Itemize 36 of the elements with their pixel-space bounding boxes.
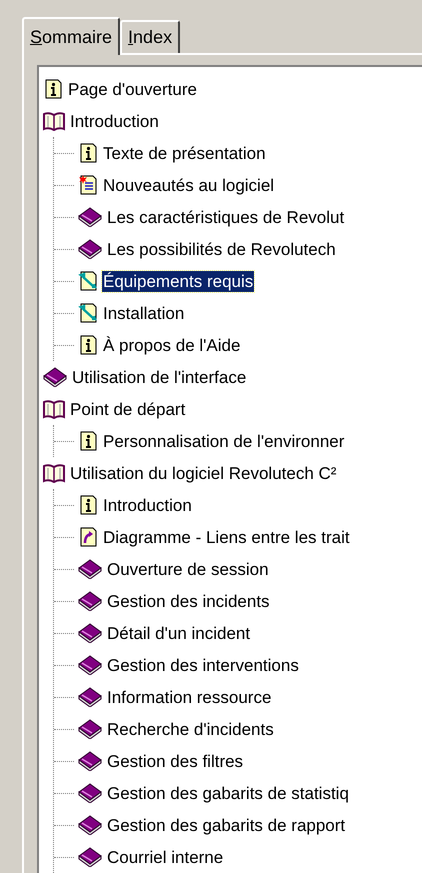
new-page-icon: [78, 175, 98, 195]
tab[interactable]: Sommaire: [22, 17, 120, 55]
tree-item[interactable]: Nouveautés au logiciel: [102, 174, 276, 196]
wrench-page-icon: [78, 271, 98, 291]
tree-item[interactable]: Gestion des filtres: [106, 750, 244, 772]
tree-item[interactable]: Gestion des incidents: [106, 590, 271, 612]
tree-item[interactable]: Point de départ: [69, 398, 186, 420]
wrench-page-icon: [78, 303, 98, 323]
tree-item[interactable]: Les caractéristiques de Revolut: [106, 206, 346, 228]
tree-item[interactable]: Courriel interne: [106, 846, 224, 868]
tree-item[interactable]: Recherche d'incidents: [106, 718, 275, 740]
tree-item[interactable]: Équipements requis: [102, 270, 254, 292]
tree-item[interactable]: Page d'ouverture: [67, 78, 198, 100]
shortcut-page-icon: [78, 527, 98, 547]
tree-item[interactable]: Les possibilités de Revolutech: [106, 238, 337, 260]
tree-item[interactable]: Introduction: [102, 494, 193, 516]
tree-item[interactable]: Détail d'un incident: [106, 622, 252, 644]
tree-item[interactable]: Introduction: [69, 110, 160, 132]
tree-item[interactable]: Texte de présentation: [102, 142, 267, 164]
tree-item[interactable]: Installation: [102, 302, 186, 324]
tree-item[interactable]: Utilisation du logiciel Revolutech C²: [69, 462, 338, 484]
tree-item[interactable]: Gestion des gabarits de rapport: [106, 814, 346, 836]
tree-item[interactable]: Information ressource: [106, 686, 272, 708]
info-page-icon: [78, 335, 98, 355]
tree-item[interactable]: Personnalisation de l'environner: [102, 430, 346, 452]
tree-item[interactable]: Utilisation de l'interface: [71, 366, 248, 388]
info-page-icon: [78, 495, 98, 515]
tab[interactable]: Index: [120, 20, 180, 53]
info-page-icon: [43, 79, 63, 99]
info-page-icon: [78, 431, 98, 451]
tree-item[interactable]: À propos de l'Aide: [102, 334, 242, 356]
tree-item[interactable]: Ouverture de session: [106, 558, 270, 580]
tree-item[interactable]: Gestion des gabarits de statistiq: [106, 782, 350, 804]
info-page-icon: [78, 143, 98, 163]
tree-item[interactable]: Gestion des interventions: [106, 654, 300, 676]
tree-item[interactable]: Diagramme - Liens entre les trait: [102, 526, 351, 548]
